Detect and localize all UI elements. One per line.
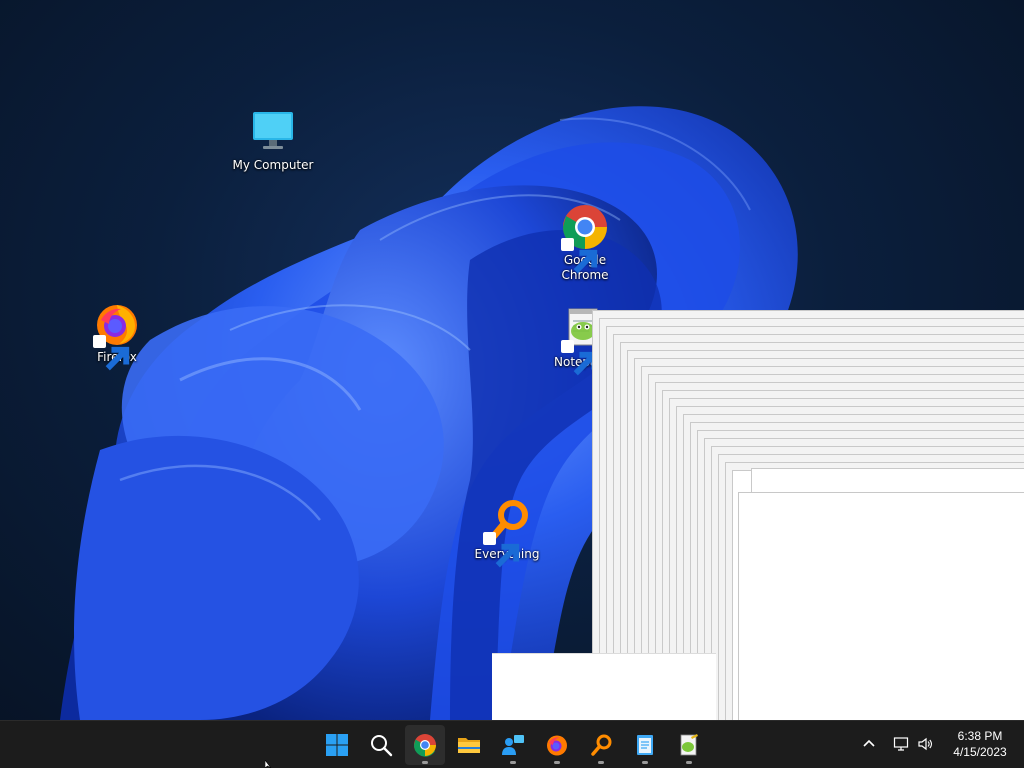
running-indicator: [686, 761, 692, 764]
notepad-icon: [633, 733, 657, 757]
clock[interactable]: 6:38 PM 4/15/2023: [948, 728, 1012, 760]
search-button[interactable]: [361, 725, 401, 765]
running-indicator: [642, 761, 648, 764]
clock-time: 6:38 PM: [957, 729, 1003, 743]
show-hidden-icons-button[interactable]: [858, 733, 880, 755]
shortcut-arrow-icon: [483, 532, 520, 568]
chrome-icon: [413, 733, 437, 757]
desktop-icon-firefox[interactable]: Firefox: [75, 300, 159, 371]
desktop[interactable]: My Computer Google Chrome Firefox Notepa…: [0, 0, 1024, 720]
remote-desktop-icon: [501, 733, 525, 757]
taskbar-notepad-button[interactable]: [625, 725, 665, 765]
desktop-icon-everything[interactable]: Everything: [465, 497, 549, 568]
speaker-icon: [917, 736, 933, 752]
start-button[interactable]: [317, 725, 357, 765]
desktop-icon-label: My Computer: [232, 158, 314, 172]
network-button[interactable]: [890, 733, 912, 755]
chevron-up-icon: [861, 736, 877, 752]
running-indicator: [422, 761, 428, 764]
taskbar-file-explorer-button[interactable]: [449, 725, 489, 765]
taskbar-chrome-button[interactable]: [405, 725, 445, 765]
everything-search-icon: [483, 497, 531, 568]
taskbar-firefox-button[interactable]: [537, 725, 577, 765]
taskbar: 6:38 PM 4/15/2023: [0, 720, 1024, 768]
volume-button[interactable]: [914, 733, 936, 755]
desktop-icon-my-computer[interactable]: My Computer: [231, 108, 315, 173]
taskbar-everything-button[interactable]: [581, 725, 621, 765]
search-icon: [369, 733, 393, 757]
firefox-icon: [545, 733, 569, 757]
network-icon: [893, 736, 909, 752]
file-explorer-icon: [457, 733, 481, 757]
windows-start-icon: [325, 733, 349, 757]
clock-date: 4/15/2023: [953, 745, 1007, 759]
shortcut-arrow-icon: [93, 335, 130, 371]
monitor-icon: [249, 108, 297, 156]
everything-search-icon: [589, 733, 613, 757]
blank-window-fragment[interactable]: [492, 653, 716, 720]
taskbar-notepad-plus-button[interactable]: [669, 725, 709, 765]
firefox-icon: [93, 300, 141, 371]
application-window[interactable]: [738, 492, 1024, 720]
window-trail-frame: [751, 468, 1024, 492]
shortcut-arrow-icon: [561, 340, 598, 376]
notepad-plus-icon: [677, 733, 701, 757]
running-indicator: [510, 761, 516, 764]
mouse-cursor-icon: [265, 760, 272, 768]
taskbar-remote-desktop-button[interactable]: [493, 725, 533, 765]
chrome-icon: [561, 203, 609, 274]
shortcut-arrow-icon: [561, 238, 598, 274]
desktop-icon-google-chrome[interactable]: Google Chrome: [543, 203, 627, 283]
running-indicator: [598, 761, 604, 764]
running-indicator: [554, 761, 560, 764]
